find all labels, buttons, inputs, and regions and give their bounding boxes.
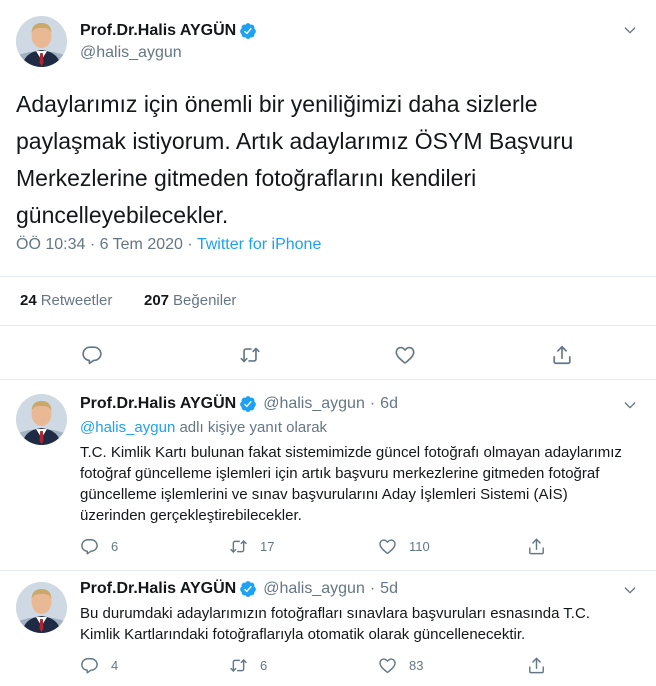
reply-icon	[80, 537, 99, 556]
reply-button[interactable]: 6	[80, 537, 118, 556]
reply-count: 4	[111, 658, 119, 673]
avatar[interactable]	[16, 16, 67, 67]
like-count: 207	[144, 292, 170, 309]
like-count: 110	[409, 539, 430, 554]
retweet-label: Retweetler	[40, 292, 113, 309]
verified-badge-icon	[239, 580, 257, 598]
avatar[interactable]	[16, 394, 67, 445]
retweet-count: 6	[260, 658, 268, 673]
reply-tweet[interactable]: Prof.Dr.Halis AYGÜN @halis_aygun · 5d Bu…	[0, 572, 656, 686]
author-name[interactable]: Prof.Dr.Halis AYGÜN	[80, 22, 236, 40]
reply-icon	[80, 656, 99, 675]
replying-to: @halis_aygun adlı kişiye yanıt olarak	[80, 419, 327, 436]
verified-badge-icon	[239, 22, 257, 40]
author-name[interactable]: Prof.Dr.Halis AYGÜN	[80, 580, 236, 598]
reply-tweet[interactable]: Prof.Dr.Halis AYGÜN @halis_aygun · 6d @h…	[0, 381, 656, 571]
share-icon	[527, 537, 546, 556]
verified-badge-icon	[239, 395, 257, 413]
separator-dot: ·	[369, 580, 376, 597]
like-button[interactable]: 110	[378, 537, 430, 556]
avatar-image	[16, 582, 67, 633]
author-name[interactable]: Prof.Dr.Halis AYGÜN	[80, 395, 236, 413]
share-icon[interactable]	[551, 344, 573, 366]
avatar[interactable]	[16, 582, 67, 633]
retweet-icon	[229, 656, 248, 675]
like-count: 83	[409, 658, 424, 673]
retweet-icon[interactable]	[239, 344, 261, 366]
time-ago[interactable]: 5d	[380, 580, 398, 598]
avatar-image	[16, 394, 67, 445]
retweet-icon	[229, 537, 248, 556]
author-name-row[interactable]: Prof.Dr.Halis AYGÜN	[80, 22, 257, 40]
like-button[interactable]: 83	[378, 656, 423, 675]
time-ago[interactable]: 6d	[380, 395, 398, 413]
tweet-timestamp[interactable]: ÖÖ 10:34 · 6 Tem 2020 ·	[16, 236, 197, 253]
retweet-button[interactable]: 6	[229, 656, 267, 675]
retweet-count: 17	[260, 539, 275, 554]
author-handle[interactable]: @halis_aygun	[263, 395, 365, 413]
separator-dot: ·	[369, 395, 376, 412]
reply-button[interactable]: 4	[80, 656, 118, 675]
replying-to-label: adlı kişiye yanıt olarak	[175, 419, 328, 436]
retweet-count: 24	[20, 292, 37, 309]
reply-author-row: Prof.Dr.Halis AYGÜN @halis_aygun · 5d	[80, 580, 398, 598]
author-handle[interactable]: @halis_aygun	[80, 44, 182, 62]
engagement-stats: 24 Retweetler 207 Beğeniler	[0, 276, 656, 326]
tweet-source[interactable]: Twitter for iPhone	[197, 236, 322, 253]
like-icon[interactable]	[394, 344, 416, 366]
reply-author-row: Prof.Dr.Halis AYGÜN @halis_aygun · 6d	[80, 395, 398, 413]
replying-to-mention[interactable]: @halis_aygun	[80, 419, 175, 436]
share-icon	[527, 656, 546, 675]
author-handle[interactable]: @halis_aygun	[263, 580, 365, 598]
share-button[interactable]	[527, 656, 546, 675]
retweets-stat[interactable]: 24 Retweetler	[20, 292, 112, 309]
reply-text: T.C. Kimlik Kartı bulunan fakat sistemim…	[80, 444, 622, 524]
chevron-down-icon[interactable]	[622, 397, 638, 413]
main-tweet: Prof.Dr.Halis AYGÜN @halis_aygun Adaylar…	[0, 0, 656, 380]
like-label: Beğeniler	[173, 292, 237, 309]
tweet-text: Adaylarımız için önemli bir yeniliğimizi…	[16, 91, 574, 228]
share-button[interactable]	[527, 537, 546, 556]
like-icon	[378, 537, 397, 556]
chevron-down-icon[interactable]	[622, 582, 638, 598]
reply-count: 6	[111, 539, 119, 554]
retweet-button[interactable]: 17	[229, 537, 274, 556]
tweet-meta: ÖÖ 10:34 · 6 Tem 2020 · Twitter for iPho…	[16, 236, 321, 254]
avatar-image	[16, 16, 67, 67]
author-handle-row: @halis_aygun	[80, 44, 182, 62]
like-icon	[378, 656, 397, 675]
likes-stat[interactable]: 207 Beğeniler	[144, 292, 236, 309]
chevron-down-icon[interactable]	[622, 22, 638, 38]
reply-text: Bu durumdaki adaylarımızın fotoğrafları …	[80, 605, 590, 643]
reply-icon[interactable]	[81, 344, 103, 366]
